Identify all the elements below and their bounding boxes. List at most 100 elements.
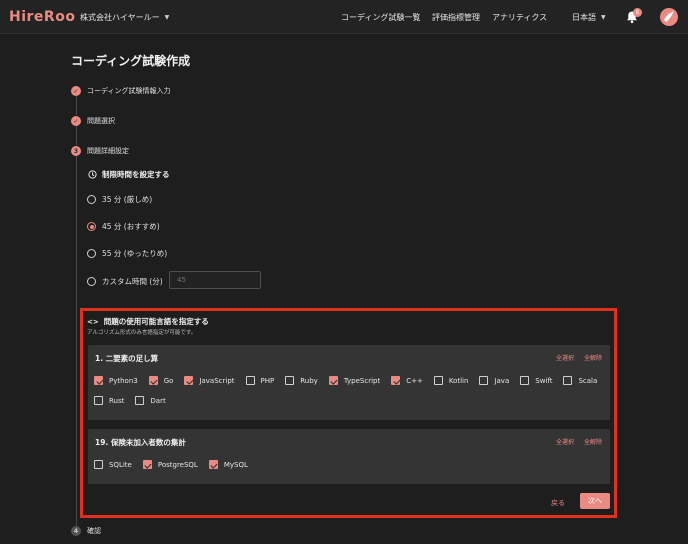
logo-text: HireRoo bbox=[9, 9, 76, 25]
step-number: 4 bbox=[71, 526, 81, 536]
lang-java[interactable]: Java bbox=[479, 376, 509, 385]
clear-all-link[interactable]: 全解除 bbox=[584, 437, 602, 446]
step-question-details: 3 問題詳細設定 bbox=[71, 146, 129, 156]
question-card: 19. 保険未加入者数の集計 全選択 全解除 SQLite PostgreSQL… bbox=[88, 429, 610, 484]
lang-mysql[interactable]: MySQL bbox=[208, 460, 248, 469]
custom-time-input[interactable] bbox=[169, 271, 261, 289]
language-checkbox-row: Python3 Go JavaScript PHP Ruby TypeScrip… bbox=[94, 376, 608, 385]
radio-button-selected[interactable] bbox=[87, 222, 96, 231]
back-button[interactable]: 戻る bbox=[551, 498, 565, 508]
radio-label: 55 分 (ゆったりめ) bbox=[102, 249, 168, 258]
lang-label: C++ bbox=[406, 376, 423, 385]
lang-label: Rust bbox=[109, 396, 125, 405]
checkbox-checked[interactable] bbox=[148, 376, 158, 385]
code-icon: <> bbox=[87, 317, 99, 326]
lang-go[interactable]: Go bbox=[148, 376, 174, 385]
lang-javascript[interactable]: JavaScript bbox=[184, 376, 235, 385]
step-label: 問題詳細設定 bbox=[87, 147, 129, 155]
step-connector bbox=[76, 126, 77, 145]
step-label: コーディング試験情報入力 bbox=[87, 87, 171, 95]
step-label: 確認 bbox=[87, 527, 101, 535]
lang-kotlin[interactable]: Kotlin bbox=[433, 376, 469, 385]
checkbox[interactable] bbox=[245, 376, 255, 385]
checkbox[interactable] bbox=[433, 376, 443, 385]
clear-all-link[interactable]: 全解除 bbox=[584, 353, 602, 362]
select-all-link[interactable]: 全選択 bbox=[556, 437, 574, 446]
select-all-link[interactable]: 全選択 bbox=[556, 353, 574, 362]
lang-label: Java bbox=[494, 376, 510, 385]
checkbox[interactable] bbox=[285, 376, 295, 385]
question-title: 19. 保険未加入者数の集計 bbox=[95, 438, 186, 447]
radio-button[interactable] bbox=[87, 249, 96, 258]
lang-label: Ruby bbox=[300, 376, 318, 385]
lang-cpp[interactable]: C++ bbox=[391, 376, 423, 385]
clock-icon bbox=[88, 170, 97, 179]
next-button[interactable]: 次へ bbox=[580, 493, 610, 509]
languages-subtext: アルゴリズム形式のみ言語指定が可能です。 bbox=[87, 330, 197, 336]
checkbox[interactable] bbox=[94, 396, 103, 405]
step-confirm: 4 確認 bbox=[71, 526, 101, 536]
chevron-down-icon: ▼ bbox=[164, 14, 170, 21]
language-selector[interactable]: 日本語 ▼ bbox=[572, 12, 606, 23]
time-option-35[interactable]: 35 分 (厳しめ) bbox=[87, 194, 152, 205]
radio-label: カスタム時間 (分) bbox=[102, 277, 163, 286]
radio-button[interactable] bbox=[87, 195, 96, 204]
nav-evaluation-metrics[interactable]: 評価指標管理 bbox=[432, 12, 480, 23]
time-limit-title: 制限時間を設定する bbox=[102, 170, 170, 179]
checkbox-checked[interactable] bbox=[94, 376, 103, 385]
lang-label: PostgreSQL bbox=[157, 460, 198, 469]
top-bar: HireRoo 株式会社ハイヤールー ▼ コーディング試験一覧 評価指標管理 ア… bbox=[0, 0, 688, 34]
checkbox-checked[interactable] bbox=[391, 376, 401, 385]
checkbox[interactable] bbox=[135, 396, 145, 405]
time-option-45[interactable]: 45 分 (おすすめ) bbox=[87, 221, 160, 232]
lang-label: Scala bbox=[578, 376, 598, 385]
step-label: 問題選択 bbox=[87, 117, 115, 125]
step-connector bbox=[76, 156, 77, 526]
chevron-down-icon: ▼ bbox=[601, 14, 606, 21]
checkbox-checked[interactable] bbox=[328, 376, 338, 385]
lang-scala[interactable]: Scala bbox=[563, 376, 597, 385]
step-question-select[interactable]: ✓ 問題選択 bbox=[71, 116, 115, 126]
checkbox-checked[interactable] bbox=[184, 376, 194, 385]
lang-swift[interactable]: Swift bbox=[520, 376, 552, 385]
time-option-55[interactable]: 55 分 (ゆったりめ) bbox=[87, 248, 167, 259]
check-icon: ✓ bbox=[71, 116, 81, 126]
lang-label: Go bbox=[163, 376, 174, 385]
language-checkbox-row: SQLite PostgreSQL MySQL bbox=[94, 460, 259, 469]
checkbox[interactable] bbox=[94, 460, 103, 469]
checkbox-checked[interactable] bbox=[208, 460, 218, 469]
org-switcher[interactable]: 株式会社ハイヤールー ▼ bbox=[80, 12, 169, 23]
lang-sqlite[interactable]: SQLite bbox=[94, 460, 132, 469]
checkbox[interactable] bbox=[563, 376, 573, 385]
nav-test-list[interactable]: コーディング試験一覧 bbox=[341, 12, 420, 23]
lang-label: JavaScript bbox=[199, 376, 235, 385]
language-label: 日本語 bbox=[572, 13, 596, 22]
radio-label: 45 分 (おすすめ) bbox=[102, 222, 160, 231]
lang-ruby[interactable]: Ruby bbox=[285, 376, 318, 385]
lang-dart[interactable]: Dart bbox=[135, 396, 166, 405]
checkbox[interactable] bbox=[479, 376, 489, 385]
avatar[interactable] bbox=[660, 8, 678, 26]
lang-label: Python3 bbox=[109, 376, 138, 385]
lang-label: Kotlin bbox=[448, 376, 469, 385]
lang-label: TypeScript bbox=[343, 376, 381, 385]
lang-label: Dart bbox=[150, 396, 166, 405]
lang-php[interactable]: PHP bbox=[245, 376, 275, 385]
lang-rust[interactable]: Rust bbox=[94, 396, 124, 405]
checkbox-checked[interactable] bbox=[142, 460, 152, 469]
lang-python3[interactable]: Python3 bbox=[94, 376, 138, 385]
notification-badge: 6 bbox=[633, 8, 642, 17]
checkbox[interactable] bbox=[520, 376, 530, 385]
time-option-custom[interactable]: カスタム時間 (分) bbox=[87, 276, 163, 287]
lang-postgresql[interactable]: PostgreSQL bbox=[142, 460, 198, 469]
nav-analytics[interactable]: アナリティクス bbox=[492, 12, 547, 23]
check-icon: ✓ bbox=[71, 86, 81, 96]
lang-typescript[interactable]: TypeScript bbox=[328, 376, 381, 385]
question-title: 1. 二要素の足し算 bbox=[95, 354, 159, 363]
step-connector bbox=[76, 96, 77, 115]
step-number: 3 bbox=[71, 146, 81, 156]
radio-button[interactable] bbox=[87, 277, 96, 286]
hireroo-logo[interactable]: HireRoo bbox=[9, 9, 75, 25]
lang-label: PHP bbox=[260, 376, 275, 385]
step-test-info[interactable]: ✓ コーディング試験情報入力 bbox=[71, 86, 171, 96]
